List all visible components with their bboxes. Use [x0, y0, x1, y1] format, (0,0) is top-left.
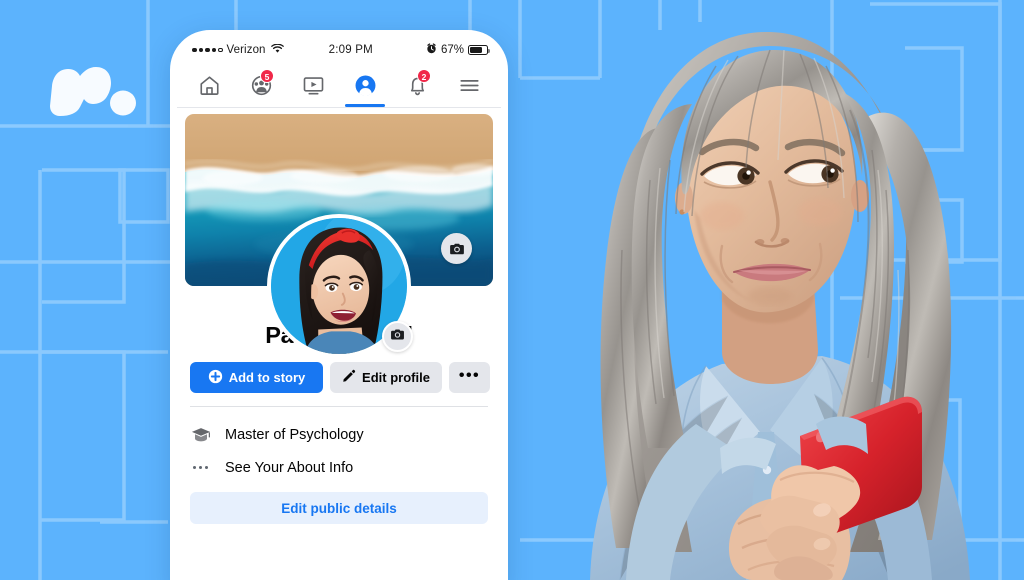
- nav-tab-home[interactable]: [183, 63, 235, 107]
- background-pattern: [0, 0, 1024, 580]
- detail-row-education-label: Master of Psychology: [225, 426, 364, 443]
- avatar-camera-button[interactable]: [382, 321, 413, 352]
- plus-circle-icon: [208, 369, 223, 387]
- phone-mockup: Verizon 2:09 PM 67% 5 2 Add to story Edi…: [170, 30, 508, 580]
- detail-row-education[interactable]: Master of Psychology: [190, 418, 488, 451]
- add-to-story-button[interactable]: Add to story: [190, 362, 323, 393]
- pencil-icon: [342, 369, 356, 386]
- battery-percent-label: 67%: [440, 44, 464, 56]
- add-to-story-label: Add to story: [228, 370, 306, 385]
- nav-tab-menu[interactable]: [443, 63, 495, 107]
- notifications-badge: 2: [417, 69, 431, 83]
- alarm-clock-icon: [426, 43, 437, 57]
- carrier-label: Verizon: [226, 44, 266, 56]
- avatar-holder: [267, 214, 413, 358]
- edit-profile-label: Edit profile: [362, 370, 430, 385]
- status-bar: Verizon 2:09 PM 67%: [177, 37, 501, 63]
- status-time: 2:09 PM: [328, 44, 373, 56]
- edit-public-details-button[interactable]: Edit public details: [190, 492, 488, 524]
- graduation-cap-icon: [190, 425, 211, 445]
- battery-icon: [468, 45, 491, 55]
- nav-tab-groups[interactable]: 5: [235, 63, 287, 107]
- camera-icon: [390, 327, 405, 347]
- nav-tab-watch[interactable]: [287, 63, 339, 107]
- cover-photo-wrap: [177, 108, 501, 358]
- wifi-icon: [270, 43, 284, 57]
- dots-icon: [190, 465, 211, 470]
- profile-icon: [354, 74, 377, 97]
- mspy-logo: [48, 52, 140, 124]
- signal-dots-icon: [192, 47, 223, 53]
- nav-tab-notifications[interactable]: 2: [391, 63, 443, 107]
- edit-profile-button[interactable]: Edit profile: [330, 362, 442, 393]
- phone-screen: Verizon 2:09 PM 67% 5 2 Add to story Edi…: [177, 37, 501, 580]
- profile-details-list: Master of Psychology See Your About Info: [177, 407, 501, 484]
- home-icon: [198, 74, 221, 97]
- more-options-button[interactable]: •••: [449, 362, 490, 393]
- profile-content: Paola Marisel Add to story: [177, 108, 501, 580]
- facebook-nav-bar: 5 2: [177, 63, 501, 108]
- hamburger-menu-icon: [458, 74, 481, 97]
- nav-tab-profile[interactable]: [339, 63, 391, 107]
- detail-row-about-label: See Your About Info: [225, 459, 354, 476]
- active-tab-underline: [345, 104, 385, 107]
- cover-camera-button[interactable]: [441, 233, 472, 264]
- groups-badge: 5: [260, 69, 274, 83]
- detail-row-about[interactable]: See Your About Info: [190, 451, 488, 484]
- camera-icon: [449, 241, 465, 257]
- video-watch-icon: [302, 74, 325, 97]
